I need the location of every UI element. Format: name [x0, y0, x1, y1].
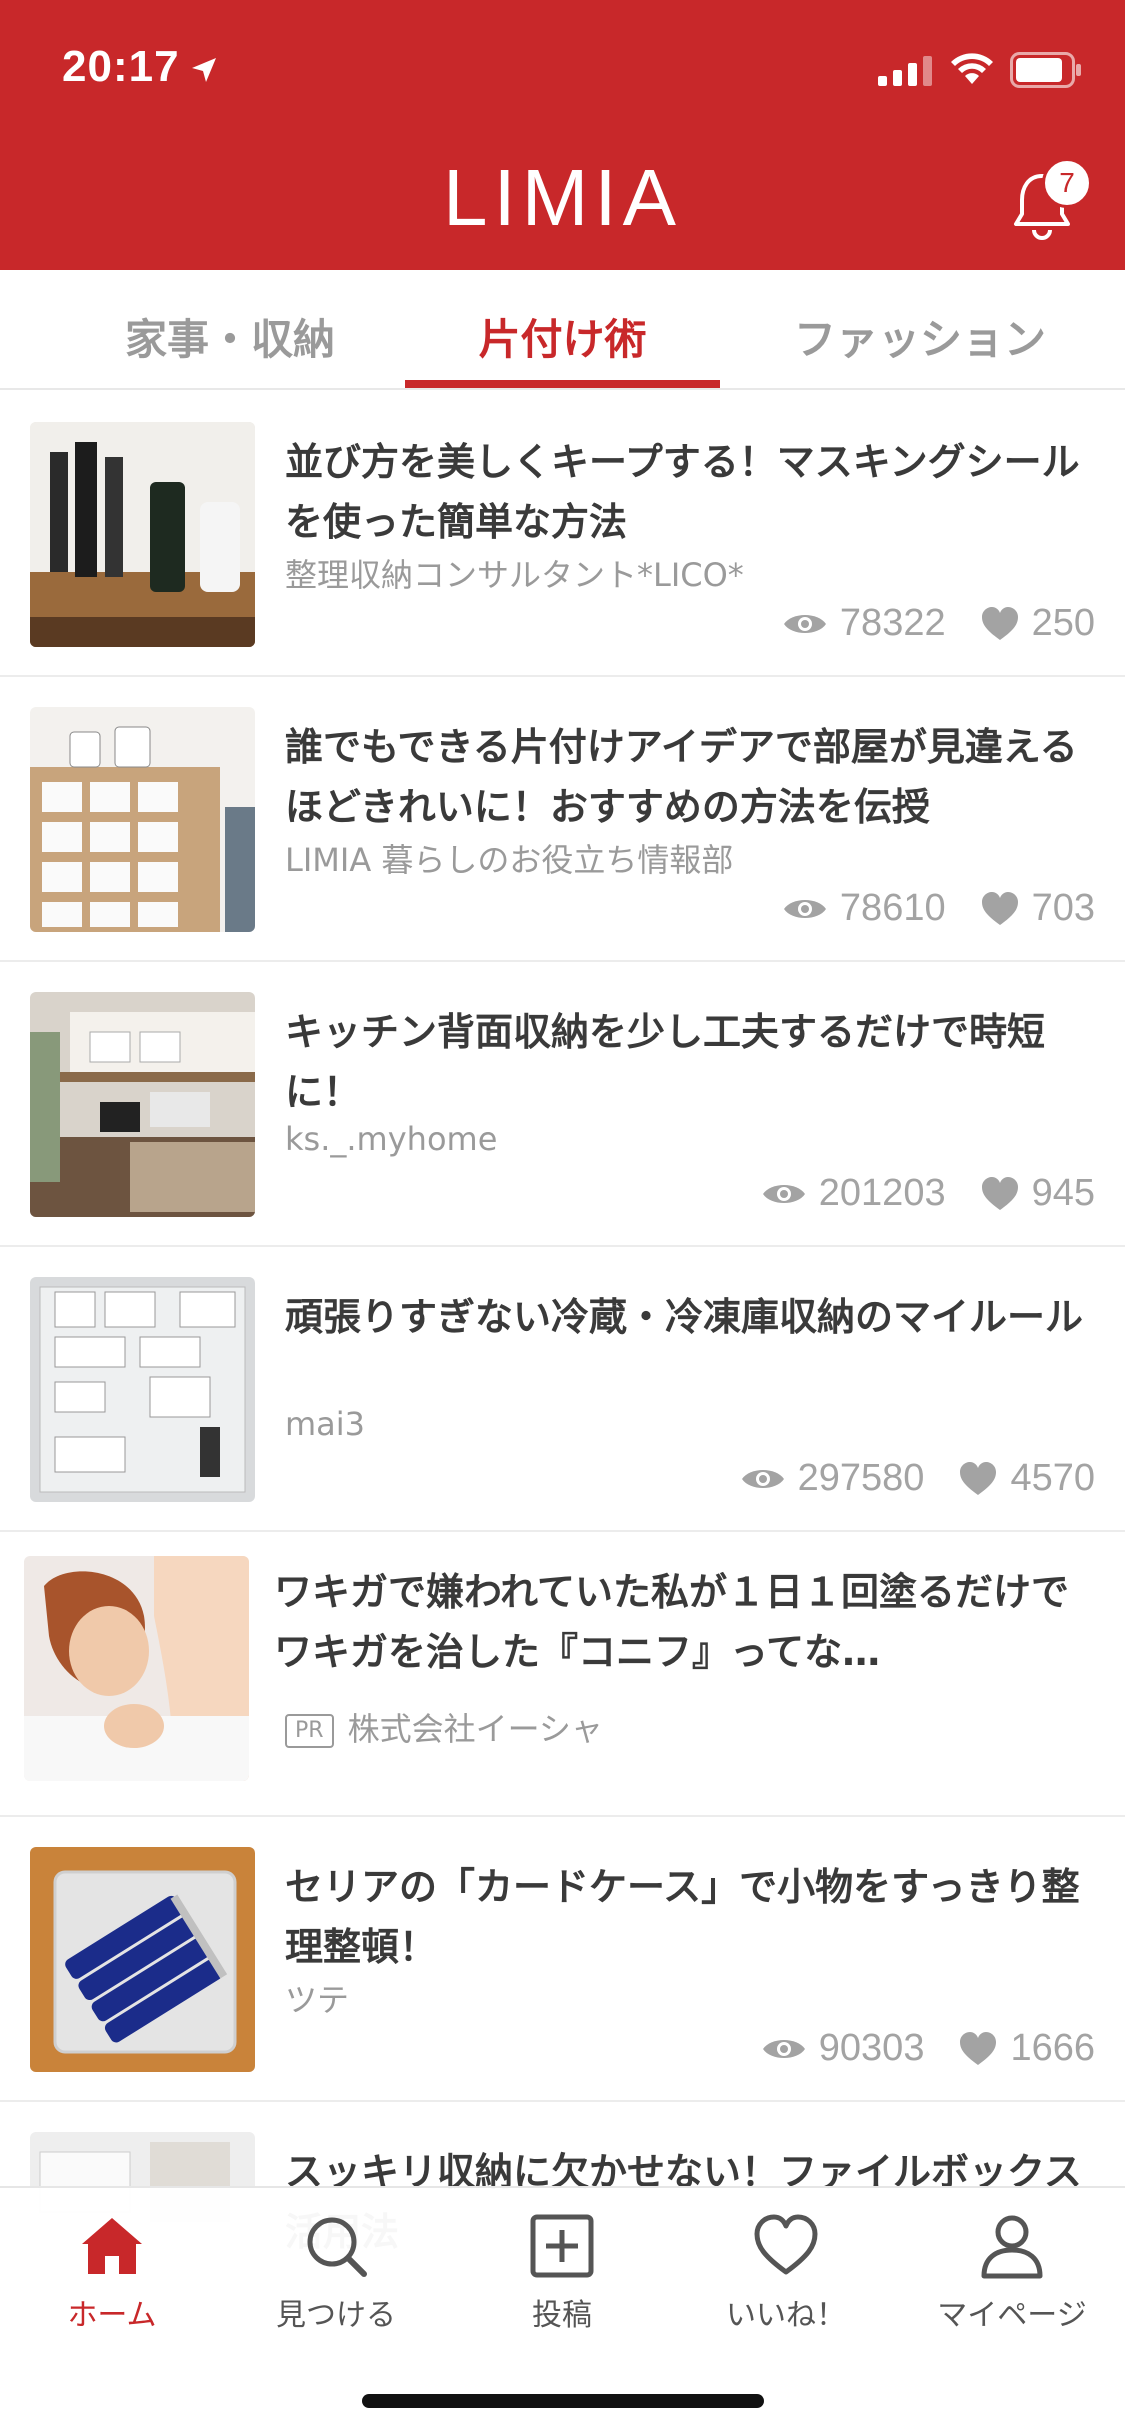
article-author: 整理収納コンサルタント*LICO*: [285, 556, 744, 594]
nav-likes-label: いいね！: [726, 2298, 846, 2333]
like-count: 250: [1031, 602, 1095, 644]
tab-fashion[interactable]: ファッション: [770, 306, 1070, 367]
app-header: 20:17 LIMIA 7: [0, 0, 1125, 270]
article-item[interactable]: 頑張りすぎない冷蔵・冷凍庫収納のマイルール mai3 297580 4570: [0, 1247, 1125, 1532]
person-icon: [981, 2215, 1043, 2279]
article-stats: 297580 4570: [740, 1457, 1095, 1500]
article-thumbnail: [30, 707, 255, 932]
article-author: LIMIA 暮らしのお役立ち情報部: [285, 841, 734, 879]
article-stats: 78610 703: [782, 887, 1095, 930]
article-title[interactable]: 誰でもできる片付けアイデアで部屋が見違えるほどきれいに！おすすめの方法を伝授: [285, 717, 1095, 837]
cellular-signal-icon: [878, 56, 932, 86]
article-title[interactable]: ワキガで嫌われていた私が１日１回塗るだけでワキガを治した『コニフ』ってな…: [274, 1562, 1095, 1682]
article-thumbnail: [30, 992, 255, 1217]
nav-post[interactable]: 投稿: [462, 2212, 662, 2334]
home-indicator[interactable]: [362, 2394, 764, 2408]
nav-discover-label: 見つける: [276, 2298, 396, 2333]
nav-mypage[interactable]: マイページ: [912, 2212, 1112, 2334]
heart-icon: [981, 891, 1018, 925]
tab-housework-storage[interactable]: 家事・収納: [60, 306, 400, 367]
category-tabs: 家事・収納 片付け術 ファッション: [0, 270, 1125, 390]
sponsor-name: 株式会社イーシャ: [347, 1710, 603, 1748]
nav-post-label: 投稿: [532, 2298, 592, 2333]
eye-icon: [762, 2039, 805, 2058]
location-arrow-icon: [192, 58, 216, 82]
heart-icon: [960, 1461, 997, 1495]
article-author: mai3: [285, 1405, 366, 1443]
article-title[interactable]: キッチン背面収納を少し工夫するだけで時短に！: [285, 1002, 1095, 1122]
post-icon: [530, 2214, 594, 2278]
nav-mypage-label: マイページ: [937, 2298, 1087, 2333]
nav-discover[interactable]: 見つける: [236, 2212, 436, 2334]
eye-icon: [741, 1469, 784, 1488]
home-icon: [82, 2218, 142, 2274]
like-count: 4570: [1010, 1457, 1095, 1499]
article-thumbnail: [30, 1847, 255, 2072]
nav-likes[interactable]: いいね！: [686, 2212, 886, 2334]
article-stats: 90303 1666: [761, 2027, 1095, 2070]
battery-icon: [1010, 52, 1081, 88]
article-stats: 201203 945: [761, 1172, 1095, 1215]
view-count: 78322: [839, 602, 946, 644]
article-thumbnail: [30, 1277, 255, 1502]
eye-icon: [762, 1184, 805, 1203]
like-count: 1666: [1010, 2027, 1095, 2069]
view-count: 201203: [818, 1172, 946, 1214]
nav-home-label: ホーム: [67, 2298, 157, 2333]
notification-count-badge: 7: [1042, 158, 1092, 208]
heart-icon: [754, 2214, 818, 2275]
eye-icon: [783, 614, 826, 633]
search-icon: [307, 2217, 367, 2277]
heart-icon: [981, 1176, 1018, 1210]
view-count: 90303: [818, 2027, 925, 2069]
article-stats: 78322 250: [782, 602, 1095, 645]
view-count: 78610: [839, 887, 946, 929]
sponsored-article-item[interactable]: ワキガで嫌われていた私が１日１回塗るだけでワキガを治した『コニフ』ってな… PR…: [0, 1532, 1125, 1817]
like-count: 945: [1031, 1172, 1095, 1214]
article-item[interactable]: キッチン背面収納を少し工夫するだけで時短に！ ks._.myhome 20120…: [0, 962, 1125, 1247]
nav-home[interactable]: ホーム: [12, 2212, 212, 2334]
pr-badge: PR: [285, 1714, 334, 1748]
heart-icon: [981, 606, 1018, 640]
article-item[interactable]: 並び方を美しくキープする！マスキングシールを使った簡単な方法 整理収納コンサルタ…: [0, 392, 1125, 677]
app-logo[interactable]: LIMIA: [0, 158, 1125, 238]
wifi-icon: [951, 53, 993, 84]
article-title[interactable]: セリアの「カードケース」で小物をすっきり整理整頓！: [285, 1857, 1095, 1977]
view-count: 297580: [797, 1457, 925, 1499]
heart-icon: [960, 2031, 997, 2065]
eye-icon: [783, 899, 826, 918]
like-count: 703: [1031, 887, 1095, 929]
tab-tidying-tips[interactable]: 片付け術: [405, 306, 720, 367]
status-time: 20:17: [62, 42, 180, 91]
article-item[interactable]: セリアの「カードケース」で小物をすっきり整理整頓！ ツテ 90303 1666: [0, 1817, 1125, 2102]
article-title[interactable]: 頑張りすぎない冷蔵・冷凍庫収納のマイルール: [285, 1287, 1095, 1347]
article-author: ツテ: [285, 1981, 350, 2019]
article-sponsor: PR 株式会社イーシャ: [285, 1704, 603, 1750]
article-thumbnail: [24, 1556, 249, 1781]
article-thumbnail: [30, 422, 255, 647]
article-item[interactable]: 誰でもできる片付けアイデアで部屋が見違えるほどきれいに！おすすめの方法を伝授 L…: [0, 677, 1125, 962]
active-tab-indicator: [405, 380, 720, 388]
article-author: ks._.myhome: [285, 1120, 498, 1158]
article-title[interactable]: 並び方を美しくキープする！マスキングシールを使った簡単な方法: [285, 432, 1095, 552]
